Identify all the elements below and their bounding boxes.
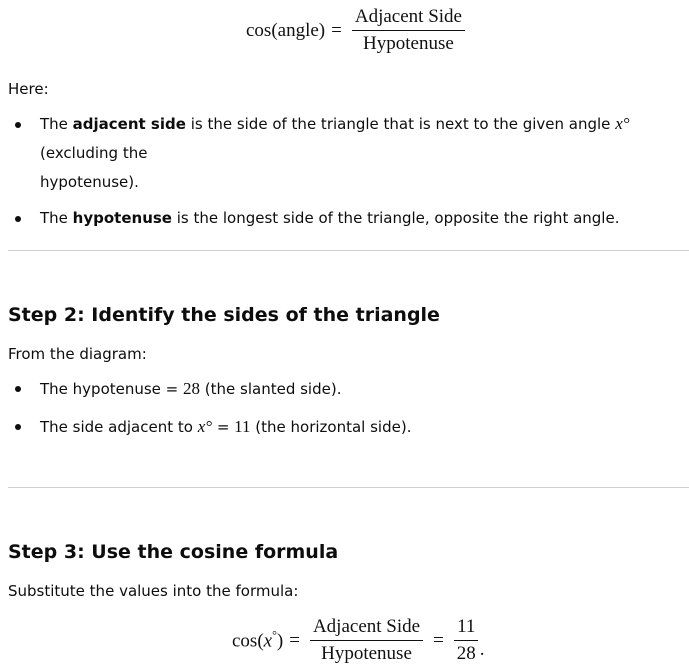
equals-sign: = [433, 629, 444, 651]
formula-lhs: cos(angle) [246, 19, 326, 41]
fraction: Adjacent Side Hypotenuse [309, 616, 424, 665]
text: cos( [232, 630, 264, 652]
text: (the slanted side). [200, 380, 342, 398]
step-2-list: The hypotenuse = 28 (the slanted side). … [0, 373, 689, 443]
step-3-intro: Substitute the values into the formula: [8, 582, 299, 600]
angle-variable: x° [615, 114, 630, 133]
equals-sign: = [289, 629, 300, 651]
text: The side adjacent to [40, 418, 198, 436]
text: The [40, 209, 73, 227]
text: hypotenuse). [40, 173, 139, 191]
fraction-numerator: Adjacent Side [309, 616, 424, 641]
text: (the horizontal side). [250, 418, 412, 436]
cosine-definition-formula: cos(angle) = Adjacent Side Hypotenuse [246, 6, 469, 55]
fraction-numerator: 11 [454, 616, 479, 641]
fraction-denominator: Hypotenuse [321, 643, 412, 664]
section-divider [8, 487, 689, 488]
section-divider [8, 250, 689, 251]
text: The [40, 115, 73, 133]
list-item: The hypotenuse = 28 (the slanted side). [0, 373, 689, 405]
text: ) [276, 630, 284, 652]
fraction-numerator: Adjacent Side [351, 6, 465, 31]
terminator: . [479, 639, 485, 660]
formula-lhs: cos(x°) [232, 628, 283, 652]
cosine-substitution-formula: cos(x°) = Adjacent Side Hypotenuse = 11 … [232, 616, 485, 665]
term-adjacent-side: adjacent side [72, 115, 186, 133]
list-item: The hypotenuse is the longest side of th… [0, 203, 689, 234]
angle-variable: x° [197, 417, 213, 436]
step-2-heading: Step 2: Identify the sides of the triang… [8, 304, 440, 326]
step-2-intro: From the diagram: [8, 345, 147, 363]
here-label: Here: [8, 80, 49, 98]
text: is the longest side of the triangle, opp… [171, 209, 620, 227]
equals-sign: = [331, 19, 342, 41]
adjacent-value: 11 [234, 417, 251, 436]
fraction: Adjacent Side Hypotenuse [351, 6, 465, 55]
definitions-list: The adjacent side is the side of the tri… [0, 109, 689, 234]
text: = [212, 418, 235, 436]
list-item: The side adjacent to x° = 11 (the horizo… [0, 411, 689, 443]
text: is the side of the triangle that is next… [185, 115, 616, 133]
text: The hypotenuse = [40, 380, 184, 398]
fraction-denominator: Hypotenuse [363, 33, 454, 54]
list-item: The adjacent side is the side of the tri… [0, 109, 689, 197]
step-3-heading: Step 3: Use the cosine formula [8, 541, 339, 563]
text: (excluding the [40, 144, 148, 162]
value-fraction: 11 28 [454, 616, 479, 665]
fraction-denominator: 28 [456, 643, 476, 664]
term-hypotenuse: hypotenuse [72, 209, 172, 227]
hypotenuse-value: 28 [183, 379, 201, 398]
angle-variable: x [263, 630, 273, 652]
